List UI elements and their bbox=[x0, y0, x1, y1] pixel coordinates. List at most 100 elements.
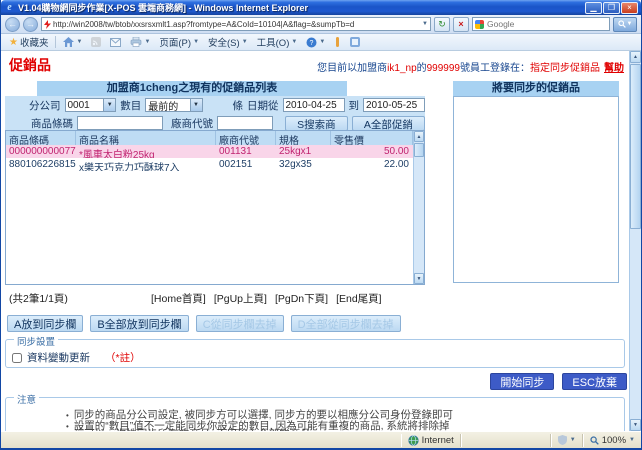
count-label: 數目 bbox=[120, 99, 142, 112]
note-marker: （*註） bbox=[105, 352, 141, 364]
help-link[interactable]: 幫助 bbox=[604, 63, 624, 74]
zoom-level: 100% bbox=[601, 434, 627, 446]
forward-button[interactable]: → bbox=[23, 16, 38, 32]
window-title: V1.04購物網同步作業[X-POS 雲端商務網] - Windows Inte… bbox=[18, 3, 308, 13]
nav-pgdn-link[interactable]: [PgDn下頁] bbox=[275, 291, 328, 306]
web-search-input[interactable] bbox=[487, 19, 607, 29]
favorites-button[interactable]: ★ 收藏夹 bbox=[7, 34, 50, 50]
addon-button-1[interactable] bbox=[332, 36, 343, 48]
date-from-input[interactable] bbox=[282, 98, 345, 112]
start-sync-button[interactable]: 開始同步 bbox=[490, 373, 555, 390]
restore-button[interactable]: ❐ bbox=[603, 1, 620, 14]
search-products-button[interactable]: S搜索商品 bbox=[285, 115, 348, 146]
table-scrollbar[interactable]: ▲ ▼ bbox=[413, 131, 424, 284]
close-button[interactable]: × bbox=[621, 1, 638, 14]
print-button[interactable]: ▼ bbox=[128, 36, 152, 48]
feed-button[interactable] bbox=[89, 36, 103, 48]
vendor-label: 廠商代號 bbox=[171, 117, 213, 130]
url-input[interactable] bbox=[53, 19, 421, 29]
table-row[interactable]: 0000000000772 *風車太白粉25kg 001131 25kgx1 5… bbox=[6, 145, 424, 158]
sync-settings-legend: 同步設置 bbox=[14, 334, 59, 348]
nav-pgup-link[interactable]: [PgUp上頁] bbox=[214, 291, 267, 306]
promo-table: 商品條碼 商品名稱 廠商代號 規格 零售價 0000000000772 *風車太… bbox=[5, 130, 425, 285]
chevron-down-icon: ▼ bbox=[103, 99, 116, 111]
unit-label: 條 bbox=[232, 99, 244, 112]
scroll-up-icon[interactable]: ▲ bbox=[414, 131, 424, 142]
filter-panel: 分公司 0001 ▼ 數目 最前的 ▼ 條 日期從 到 商品條碼 廠商 bbox=[5, 96, 425, 146]
google-icon bbox=[475, 19, 484, 29]
login-status-line: 您目前以加盟商ik1_np的999999號員工登錄在：指定同步促銷品 幫助 bbox=[317, 63, 624, 74]
scroll-down-icon[interactable]: ▼ bbox=[414, 273, 424, 284]
remove-all-from-sync-button: D全部從同步欄去掉 bbox=[290, 315, 401, 332]
branch-label: 分公司 bbox=[29, 99, 61, 112]
date-to-label: 到 bbox=[348, 99, 360, 112]
esc-cancel-button[interactable]: ESC放棄 bbox=[562, 373, 627, 390]
sync-target-listbox[interactable] bbox=[453, 96, 619, 283]
page-scrollbar[interactable]: ▲ ▼ bbox=[629, 51, 641, 431]
zoom-control[interactable]: 100% ▼ bbox=[582, 433, 641, 447]
search-go-button[interactable]: ▼ bbox=[613, 16, 637, 32]
date-to-input[interactable] bbox=[363, 98, 425, 112]
menu-safety[interactable]: 安全(S) ▼ bbox=[206, 34, 250, 50]
back-button[interactable]: ← bbox=[5, 16, 20, 32]
notes-legend: 注意 bbox=[14, 392, 40, 406]
remove-from-sync-button: C從同步欄去掉 bbox=[195, 315, 284, 332]
page-viewport: 促銷品 您目前以加盟商ik1_np的999999號員工登錄在：指定同步促銷品 幫助… bbox=[1, 51, 641, 431]
scrollbar-thumb[interactable] bbox=[630, 64, 641, 229]
home-icon bbox=[63, 37, 75, 47]
stop-button[interactable]: × bbox=[453, 16, 469, 32]
data-update-checkbox[interactable] bbox=[12, 352, 22, 363]
toolbar-separator bbox=[55, 36, 57, 48]
nav-end-link[interactable]: [End尾頁] bbox=[336, 291, 382, 306]
count-select[interactable]: 最前的 ▼ bbox=[145, 98, 203, 113]
refresh-button[interactable]: ↻ bbox=[434, 16, 450, 32]
help-icon: ? bbox=[306, 37, 317, 47]
status-bar: Internet ▼ 100% ▼ bbox=[1, 431, 641, 448]
url-dropdown-icon[interactable]: ▼ bbox=[422, 21, 428, 27]
sync-list-actions: A放到同步欄 B全部放到同步欄 C從同步欄去掉 D全部從同步欄去掉 bbox=[7, 315, 401, 332]
branch-select[interactable]: 0001 ▼ bbox=[64, 98, 117, 112]
title-bar: e V1.04購物網同步作業[X-POS 雲端商務網] - Windows In… bbox=[1, 0, 641, 15]
help-button[interactable]: ? ▼ bbox=[304, 36, 327, 49]
ie-logo-icon: e bbox=[7, 2, 12, 13]
sync-settings-fieldset: 同步設置 資料變動更新 （*註） bbox=[5, 334, 625, 368]
notes-fieldset: 注意 • 同步的商品分公司設定, 被同步方可以選擇, 同步方的要以相應分公司身份登… bbox=[5, 392, 625, 431]
record-count: (共2筆1/1頁) bbox=[9, 293, 68, 305]
zone-indicator: Internet bbox=[400, 433, 461, 447]
minimize-button[interactable]: ▁ bbox=[585, 1, 602, 14]
browser-window: e V1.04購物網同步作業[X-POS 雲端商務網] - Windows In… bbox=[0, 0, 642, 450]
barcode-label: 商品條碼 bbox=[31, 117, 73, 130]
main-actions: 開始同步 ESC放棄 bbox=[490, 373, 627, 390]
merchant-id: ik1_np bbox=[387, 63, 417, 74]
globe-icon bbox=[407, 434, 419, 446]
menu-page[interactable]: 页面(P) ▼ bbox=[157, 34, 201, 50]
employee-no: 999999 bbox=[426, 63, 460, 74]
url-box: ▼ bbox=[41, 17, 431, 31]
addon-button-2[interactable] bbox=[348, 36, 362, 48]
feed-icon bbox=[91, 37, 102, 47]
table-row[interactable]: 8801062268153 x樂天巧克力巧酥球7入 002151 32gx35 … bbox=[6, 158, 424, 171]
menu-tools[interactable]: 工具(O) ▼ bbox=[255, 34, 300, 50]
command-toolbar: ★ 收藏夹 ▼ ▼ 页面(P) ▼ 安全(S) ▼ 工具(O) ▼ ? ▼ bbox=[1, 34, 641, 51]
home-button[interactable]: ▼ bbox=[61, 36, 84, 48]
add-all-to-sync-button[interactable]: B全部放到同步欄 bbox=[90, 315, 189, 332]
vendor-input[interactable] bbox=[217, 116, 273, 130]
read-mail-button[interactable] bbox=[108, 37, 123, 48]
all-promos-button[interactable]: A全部促銷品 bbox=[351, 115, 425, 146]
scrollbar-thumb[interactable] bbox=[414, 143, 424, 157]
scroll-down-icon[interactable]: ▼ bbox=[630, 419, 641, 431]
protected-mode-button[interactable]: ▼ bbox=[550, 433, 583, 447]
shield-icon bbox=[557, 435, 567, 445]
address-bar: ← → ▼ ↻ × ▼ bbox=[1, 15, 641, 34]
add-to-sync-button[interactable]: A放到同步欄 bbox=[7, 315, 84, 332]
table-header-row: 商品條碼 商品名稱 廠商代號 規格 零售價 bbox=[6, 131, 424, 147]
printer-icon bbox=[131, 37, 142, 47]
magnifier-icon bbox=[590, 435, 599, 445]
scroll-up-icon[interactable]: ▲ bbox=[630, 51, 641, 63]
barcode-input[interactable] bbox=[77, 116, 163, 130]
nav-home-link[interactable]: [Home首頁] bbox=[151, 291, 206, 306]
chevron-down-icon: ▼ bbox=[189, 99, 202, 111]
addon-icon-2 bbox=[350, 37, 361, 47]
svg-text:?: ? bbox=[310, 40, 314, 47]
data-update-label: 資料變動更新 bbox=[27, 352, 90, 364]
